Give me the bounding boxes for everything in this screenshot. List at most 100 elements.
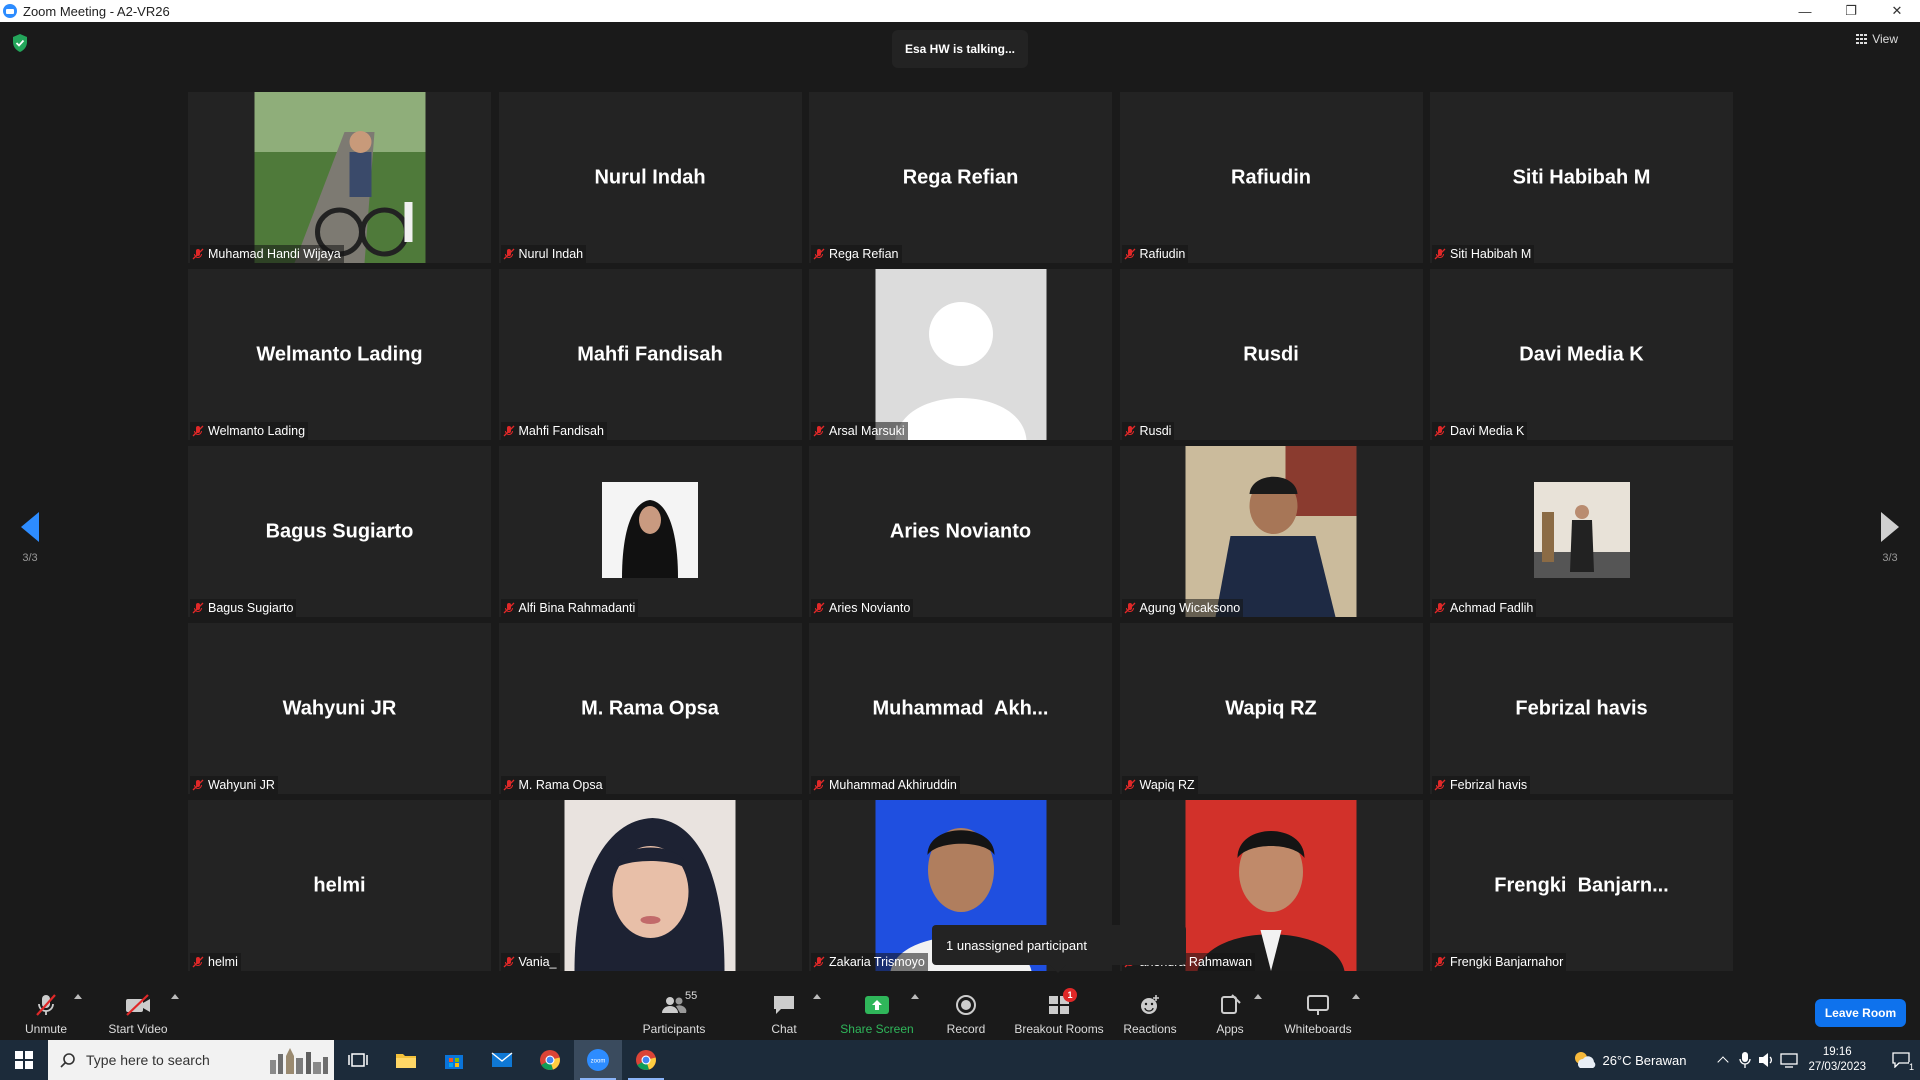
participant-name-label: Rusdi (1121, 422, 1175, 440)
participant-display-name: Davi Media K (1519, 343, 1644, 365)
reactions-button[interactable]: Reactions (1120, 988, 1180, 1036)
taskbar-clock[interactable]: 19:16 27/03/2023 (1808, 1045, 1866, 1075)
participant-tile[interactable]: Wapiq RZ Wapiq RZ (1119, 623, 1423, 794)
apps-icon (1216, 992, 1244, 1018)
chrome-taskbar-button[interactable] (526, 1040, 574, 1080)
view-button[interactable]: View (1856, 32, 1898, 46)
record-icon (952, 992, 980, 1018)
participant-name-label: Davi Media K (1432, 422, 1528, 440)
participant-tile[interactable]: Alfi Bina Rahmadanti (498, 446, 802, 617)
participant-tile[interactable]: Siti Habibah M Siti Habibah M (1430, 92, 1733, 263)
unmute-button[interactable]: Unmute (18, 988, 74, 1036)
next-page-button[interactable]: 3/3 (1860, 512, 1920, 564)
participant-tile[interactable]: Muhamad Handi Wijaya (188, 92, 491, 263)
task-view-button[interactable] (334, 1040, 382, 1080)
network-tray-button[interactable] (1778, 1040, 1800, 1080)
previous-page-button[interactable]: 3/3 (0, 512, 60, 564)
minimize-button[interactable]: — (1782, 0, 1828, 22)
participant-tile[interactable]: helmi helmi (188, 800, 491, 971)
participant-name-label: M. Rama Opsa (500, 776, 606, 794)
close-button[interactable]: ✕ (1874, 0, 1920, 22)
reactions-label: Reactions (1123, 1022, 1177, 1036)
chat-button[interactable]: Chat (758, 988, 810, 1036)
whiteboards-options-caret[interactable] (1352, 994, 1360, 999)
reactions-icon (1136, 992, 1164, 1018)
chat-options-caret[interactable] (813, 994, 821, 999)
participants-button[interactable]: 55 Participants (638, 988, 710, 1036)
participant-photo-frame (564, 800, 736, 971)
participant-tile[interactable]: Rusdi Rusdi (1119, 269, 1423, 440)
participant-tile[interactable]: Welmanto Lading Welmanto Lading (188, 269, 491, 440)
audio-options-caret[interactable] (74, 994, 82, 999)
volume-tray-button[interactable] (1756, 1040, 1778, 1080)
participant-tile[interactable]: Rafiudin Rafiudin (1119, 92, 1423, 263)
windows-start-button[interactable] (0, 1040, 48, 1080)
participant-tile[interactable]: Achmad Fadlih (1430, 446, 1733, 617)
action-center-button[interactable]: 1 (1882, 1040, 1920, 1080)
participant-photo-frame (1185, 800, 1357, 971)
taskbar-search-box[interactable]: Type here to search (48, 1040, 334, 1080)
mail-taskbar-button[interactable] (478, 1040, 526, 1080)
participant-name-label: Alfi Bina Rahmadanti (500, 599, 639, 617)
file-explorer-taskbar-button[interactable] (382, 1040, 430, 1080)
microphone-icon (1739, 1052, 1752, 1068)
participant-display-name: Aries Novianto (889, 520, 1032, 542)
whiteboards-button[interactable]: Whiteboards (1280, 988, 1356, 1036)
participant-name-label: Siti Habibah M (1432, 245, 1535, 263)
participant-tile[interactable]: Bagus Sugiarto Bagus Sugiarto (188, 446, 491, 617)
microphone-tray-button[interactable] (1734, 1040, 1756, 1080)
participant-name: Alfi Bina Rahmadanti (518, 601, 636, 615)
participant-tile[interactable]: Febrizal havis Febrizal havis (1430, 623, 1733, 794)
share-screen-label: Share Screen (840, 1022, 914, 1036)
chrome-profile-taskbar-button[interactable] (622, 1040, 670, 1080)
participant-tile[interactable]: Mahfi Fandisah Mahfi Fandisah (498, 269, 802, 440)
participant-name-label: Wahyuni JR (190, 776, 278, 794)
participant-tile[interactable]: M. Rama Opsa M. Rama Opsa (498, 623, 802, 794)
participant-tile[interactable]: Agung Wicaksono (1119, 446, 1423, 617)
share-options-caret[interactable] (911, 994, 919, 999)
window-title-bar: Zoom Meeting - A2-VR26 — ❐ ✕ (0, 0, 1920, 22)
participant-tile[interactable]: Vania_ (498, 800, 802, 971)
share-screen-icon (863, 992, 891, 1018)
participant-name: Frengki Banjarnahor (1450, 955, 1564, 969)
weather-text: 26°C Berawan (1602, 1052, 1687, 1068)
participant-display-name: Wahyuni JR (282, 697, 397, 719)
participant-name: Davi Media K (1450, 424, 1525, 438)
participant-tile[interactable]: Muhammad Akh... Muhammad Akhiruddin (809, 623, 1112, 794)
participant-photo (564, 800, 736, 971)
zoom-taskbar-button[interactable]: zoom (574, 1040, 622, 1080)
grid-view-icon (1856, 34, 1868, 44)
apps-button[interactable]: Apps (1200, 988, 1260, 1036)
participant-tile[interactable]: Wahyuni JR Wahyuni JR (188, 623, 491, 794)
microsoft-store-taskbar-button[interactable] (430, 1040, 478, 1080)
participant-tile[interactable]: Frengki Banjarn... Frengki Banjarnahor (1430, 800, 1733, 971)
participant-tile[interactable]: Aries Novianto Aries Novianto (809, 446, 1112, 617)
leave-room-button[interactable]: Leave Room (1815, 999, 1906, 1027)
participant-tile[interactable]: Arsal Marsuki (809, 269, 1112, 440)
mic-muted-icon (1124, 602, 1135, 614)
apps-label: Apps (1216, 1022, 1244, 1036)
restore-button[interactable]: ❐ (1828, 0, 1874, 22)
notification-icon (1892, 1052, 1910, 1068)
apps-options-caret[interactable] (1254, 994, 1262, 999)
participant-name-label: Rafiudin (1121, 245, 1189, 263)
participant-tile[interactable]: Rega Refian Rega Refian (809, 92, 1112, 263)
show-hidden-icons-button[interactable] (1712, 1040, 1734, 1080)
participant-name-label: Rega Refian (811, 245, 902, 263)
participant-tile[interactable]: Nurul Indah Nurul Indah (498, 92, 802, 263)
weather-widget[interactable]: 26°C Berawan (1572, 1050, 1686, 1070)
meeting-toolbar: Unmute Start Video 55 Participants Chat … (0, 980, 1920, 1040)
breakout-rooms-button[interactable]: 1 Breakout Rooms (1012, 988, 1106, 1036)
record-button[interactable]: Record (940, 988, 992, 1036)
participant-name: Febrizal havis (1450, 778, 1528, 792)
zoom-icon: zoom (587, 1049, 609, 1071)
security-shield-icon[interactable] (12, 34, 28, 52)
video-options-caret[interactable] (171, 994, 179, 999)
network-icon (1780, 1053, 1799, 1068)
partly-cloudy-icon (1575, 1052, 1596, 1068)
participant-tile[interactable]: Davi Media K Davi Media K (1430, 269, 1733, 440)
share-screen-button[interactable]: Share Screen (838, 988, 916, 1036)
chat-icon (770, 992, 798, 1018)
start-video-button[interactable]: Start Video (105, 988, 171, 1036)
breakout-badge: 1 (1063, 988, 1077, 1002)
